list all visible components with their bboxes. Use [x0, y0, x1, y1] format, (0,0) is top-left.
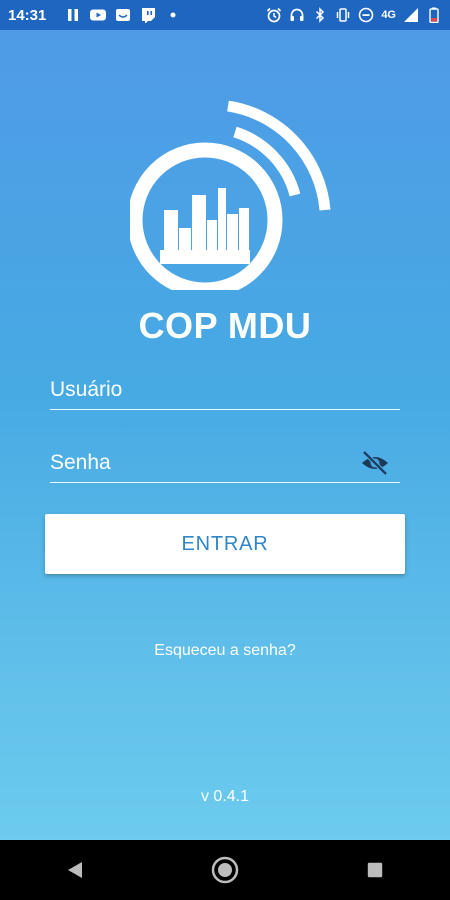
- signal-icon: [403, 7, 419, 23]
- vibrate-icon: [335, 7, 351, 23]
- home-icon[interactable]: [205, 850, 245, 890]
- login-button[interactable]: ENTRAR: [45, 514, 405, 574]
- network-type-label: 4G: [381, 9, 396, 21]
- app-version: v 0.4.1: [200, 788, 250, 805]
- password-input[interactable]: [50, 438, 400, 482]
- status-bar: 14:31 4G: [0, 0, 450, 30]
- status-bar-left: 14:31: [8, 7, 181, 24]
- twitch-icon: [140, 7, 156, 23]
- forgot-password-link[interactable]: Esqueceu a senha?: [0, 642, 450, 660]
- status-time: 14:31: [8, 6, 47, 24]
- bluetooth-icon: [312, 7, 328, 23]
- message-icon: [115, 7, 131, 23]
- username-field-container: [50, 365, 400, 410]
- password-field-container: [50, 438, 400, 483]
- alarm-icon: [266, 7, 282, 23]
- status-bar-right: 4G: [266, 7, 442, 23]
- do-not-disturb-icon: [358, 7, 374, 23]
- recents-icon[interactable]: [355, 850, 395, 890]
- username-input[interactable]: [50, 365, 400, 409]
- pause-icon: [65, 7, 81, 23]
- eye-off-icon[interactable]: [360, 450, 390, 476]
- back-icon[interactable]: [55, 850, 95, 890]
- city-signal-logo-icon: [127, 100, 340, 298]
- navigation-bar: [0, 840, 450, 900]
- youtube-icon: [90, 7, 107, 23]
- app-title: COP MDU: [138, 305, 312, 346]
- dot-icon: [165, 7, 181, 23]
- headset-icon: [289, 7, 305, 23]
- login-screen: COP MDU ENTRAR Esqueceu a senha? v 0.4.1: [0, 30, 450, 840]
- battery-icon: [426, 7, 442, 23]
